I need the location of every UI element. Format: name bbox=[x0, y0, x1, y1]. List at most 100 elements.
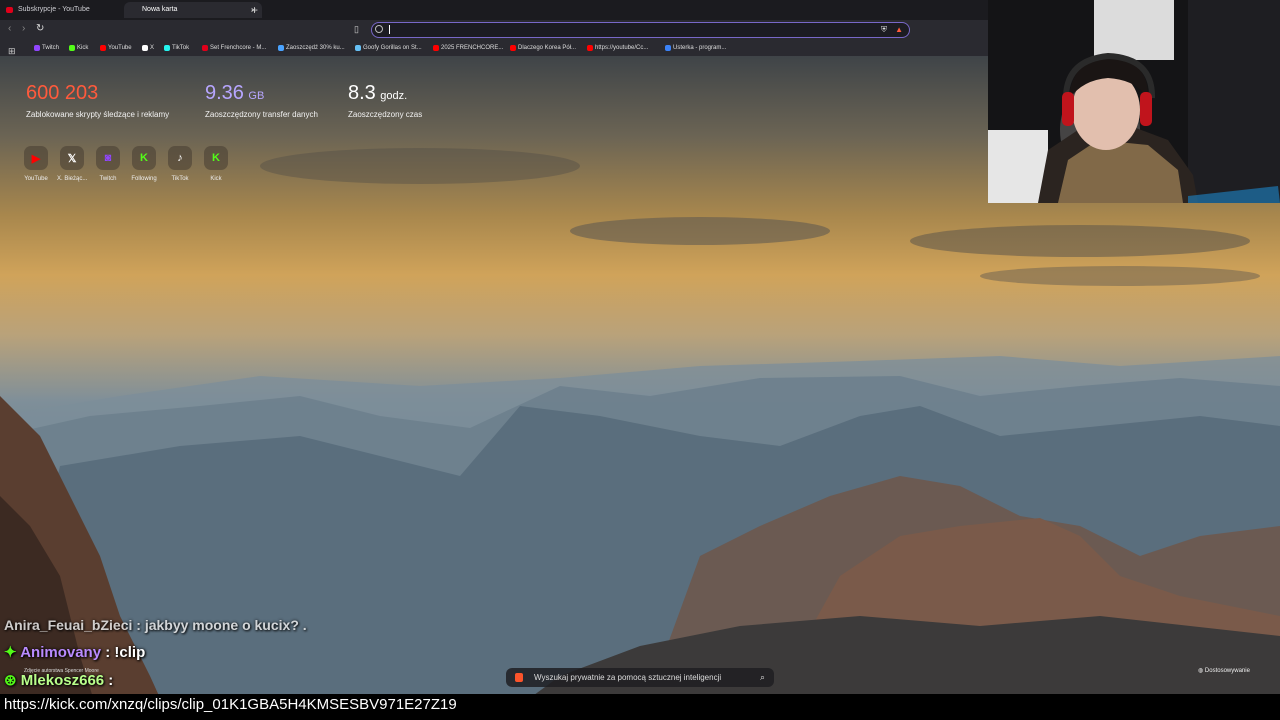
shortcut-label: YouTube bbox=[24, 176, 48, 182]
bookmark-label: https://youtube/Cc... bbox=[595, 45, 649, 51]
search-icon[interactable]: ⌕ bbox=[760, 668, 765, 687]
tab-title: Nowa karta bbox=[142, 6, 178, 13]
stat-trackers-blocked: 600 203 Zablokowane skrypty śledzące i r… bbox=[26, 82, 169, 119]
bookmark-item[interactable]: X bbox=[141, 40, 154, 56]
bookmark-label: TikTok bbox=[172, 45, 190, 51]
bookmark-icon[interactable]: ▯ bbox=[354, 24, 359, 35]
chat-username: Mlekosz666 bbox=[20, 672, 105, 689]
bookmark-item[interactable]: Usterka - program... bbox=[664, 40, 726, 56]
shortcut-label: Twitch bbox=[99, 176, 117, 182]
bookmark-label: Goofy Gorillas on St... bbox=[363, 45, 422, 51]
chat-badge-icon: ✦ bbox=[4, 644, 17, 661]
stat-value: 8.3 bbox=[348, 82, 376, 104]
bookmark-favicon-icon bbox=[278, 45, 284, 51]
stat-value: 600 203 bbox=[26, 82, 99, 104]
bookmark-item[interactable]: Set Frenchcore - M... bbox=[201, 40, 266, 56]
x-icon: 𝕏 bbox=[60, 146, 84, 170]
browser-toolbar: ‹ › ↻ ▯ ⛨ ▲ bbox=[0, 20, 990, 40]
customize-icon: ◍ bbox=[1198, 668, 1205, 674]
kick-icon: K bbox=[204, 146, 228, 170]
reload-icon[interactable]: ↻ bbox=[36, 23, 44, 34]
chat-message: ✦ Animovany : !clip bbox=[4, 643, 145, 661]
bookmark-label: Usterka - program... bbox=[673, 45, 727, 51]
bookmark-favicon-icon bbox=[69, 45, 75, 51]
apps-grid-icon[interactable]: ⊞ bbox=[8, 43, 16, 59]
stat-value: 9.36 bbox=[205, 82, 244, 104]
chat-message: ⊛ Mlekosz666 : bbox=[4, 671, 113, 689]
address-bar[interactable]: ⛨ ▲ bbox=[371, 22, 910, 38]
stat-unit: godz. bbox=[380, 90, 408, 102]
bookmark-label: Twitch bbox=[42, 45, 60, 51]
shortcut-tile[interactable]: ◙ Twitch bbox=[93, 146, 123, 182]
new-tab-button[interactable]: + bbox=[251, 2, 258, 18]
tiktok-icon: ♪ bbox=[168, 146, 192, 170]
bookmark-item[interactable]: YouTube bbox=[99, 40, 132, 56]
bookmark-label: Zaoszczędź 30% ku... bbox=[286, 45, 345, 51]
bookmarks-bar: ⊞ Twitch Kick YouTube X TikTok Set Frenchcore… bbox=[0, 40, 990, 56]
shortcut-tile[interactable]: K Following bbox=[129, 146, 159, 182]
customize-button[interactable]: ◍ Dostosowywanie bbox=[1198, 667, 1250, 674]
shortcut-tile[interactable]: ▶ YouTube bbox=[21, 146, 51, 182]
stat-label: Zablokowane skrypty śledzące i reklamy bbox=[26, 110, 170, 119]
bookmark-label: Dlaczego Korea Pół... bbox=[518, 45, 577, 51]
kick-icon: K bbox=[132, 146, 156, 170]
shortcut-tile[interactable]: K Kick bbox=[201, 146, 231, 182]
stat-time-saved: 8.3 godz. Zaoszczędzony czas bbox=[348, 82, 422, 119]
bookmark-label: Set Frenchcore - M... bbox=[210, 45, 267, 51]
bookmark-item[interactable]: Zaoszczędź 30% ku... bbox=[277, 40, 345, 56]
twitch-icon: ◙ bbox=[96, 146, 120, 170]
bookmark-favicon-icon bbox=[100, 45, 106, 51]
bookmark-favicon-icon bbox=[142, 45, 148, 51]
tab-title: Subskrypcje - YouTube bbox=[18, 6, 90, 13]
ai-search-placeholder: Wyszukaj prywatnie za pomocą sztucznej i… bbox=[534, 673, 722, 682]
bookmark-label: 2025 FRENCHCORE... bbox=[441, 45, 504, 51]
chat-badge-icon: ⊛ bbox=[4, 672, 17, 689]
stat-label: Zaoszczędzony czas bbox=[348, 110, 423, 119]
shortcut-label: TikTok bbox=[171, 176, 189, 182]
bookmark-favicon-icon bbox=[665, 45, 671, 51]
back-arrow-icon[interactable]: ‹ bbox=[8, 23, 11, 34]
bookmark-favicon-icon bbox=[355, 45, 361, 51]
tab-bar: Subskrypcje - YouTube Nowa karta × + bbox=[0, 0, 990, 20]
bookmark-favicon-icon bbox=[164, 45, 170, 51]
clip-url-caption: https://kick.com/xnzq/clips/clip_01K1GBA… bbox=[0, 694, 1280, 720]
bookmark-favicon-icon bbox=[587, 45, 593, 51]
brave-logo-icon bbox=[515, 673, 523, 682]
bookmark-item[interactable]: Dlaczego Korea Pół... bbox=[509, 40, 576, 56]
bookmark-label: Kick bbox=[77, 45, 89, 51]
chat-message-partial: Anira_Feuai_bZieci : jakbyy moone o kuci… bbox=[4, 617, 307, 633]
chat-text: : !clip bbox=[101, 644, 146, 661]
bookmark-item[interactable]: Twitch bbox=[33, 40, 59, 56]
customize-label: Dostosowywanie bbox=[1204, 668, 1250, 674]
streamer-webcam-image bbox=[988, 0, 1280, 203]
bookmark-label: X bbox=[150, 45, 155, 51]
bookmark-favicon-icon bbox=[202, 45, 208, 51]
bookmark-item[interactable]: Goofy Gorillas on St... bbox=[354, 40, 422, 56]
chat-text: : bbox=[104, 672, 114, 689]
chat-username: Animovany bbox=[20, 644, 102, 661]
stat-label: Zaoszczędzony transfer danych bbox=[205, 110, 318, 119]
text-caret bbox=[389, 25, 390, 34]
site-info-icon[interactable] bbox=[375, 25, 383, 33]
ai-search-box[interactable]: Wyszukaj prywatnie za pomocą sztucznej i… bbox=[506, 668, 774, 687]
shortcut-tile[interactable]: 𝕏 X. Bieżąc... bbox=[57, 146, 87, 182]
forward-arrow-icon[interactable]: › bbox=[22, 23, 25, 34]
youtube-icon: ▶ bbox=[24, 146, 48, 170]
bookmark-item[interactable]: TikTok bbox=[163, 40, 189, 56]
bookmark-item[interactable]: 2025 FRENCHCORE... bbox=[432, 40, 503, 56]
shortcut-label: Kick bbox=[210, 176, 222, 182]
webcam-overlay bbox=[988, 0, 1280, 203]
stat-bandwidth-saved: 9.36 GB Zaoszczędzony transfer danych bbox=[205, 82, 318, 119]
shortcut-tile[interactable]: ♪ TikTok bbox=[165, 146, 195, 182]
bookmark-favicon-icon bbox=[34, 45, 40, 51]
brave-shield-icon[interactable]: ⛨ bbox=[881, 25, 887, 35]
stat-unit: GB bbox=[248, 90, 265, 102]
bookmark-favicon-icon bbox=[433, 45, 439, 51]
bookmark-item[interactable]: https://youtube/Cc... bbox=[586, 40, 648, 56]
tab-subscriptions[interactable]: Subskrypcje - YouTube bbox=[0, 2, 138, 18]
bookmark-item[interactable]: Kick bbox=[68, 40, 88, 56]
tab-new-tab[interactable]: Nowa karta × bbox=[124, 2, 262, 18]
bookmark-favicon-icon bbox=[510, 45, 516, 51]
brave-rewards-icon[interactable]: ▲ bbox=[895, 25, 903, 34]
bookmark-label: YouTube bbox=[108, 45, 132, 51]
